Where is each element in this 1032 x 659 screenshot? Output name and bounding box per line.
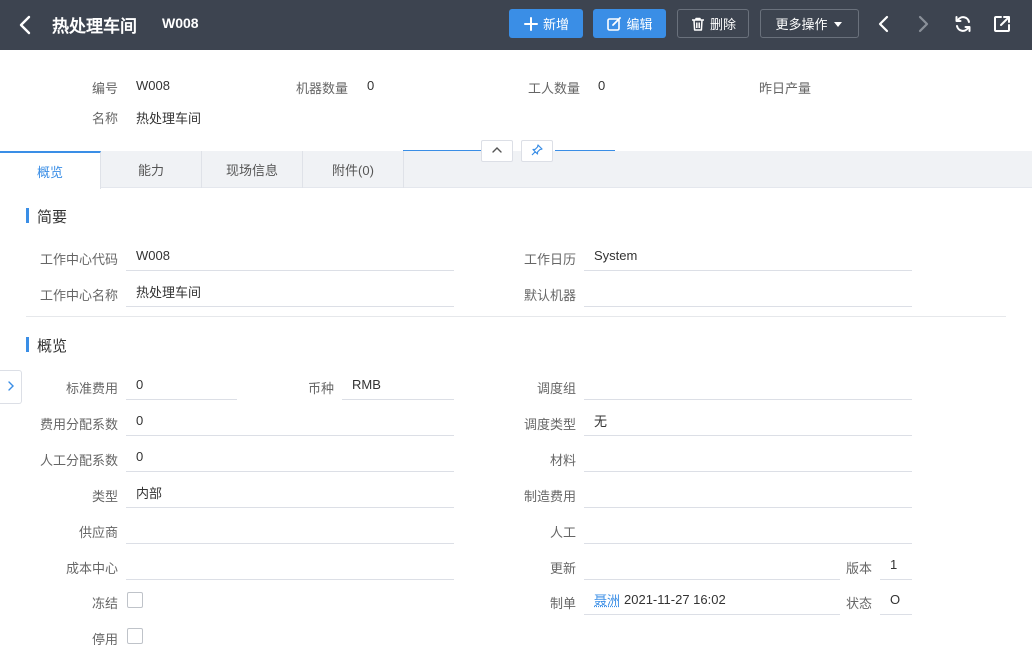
dispatch-type-label: 调度类型 bbox=[523, 417, 576, 432]
currency-label: 币种 bbox=[307, 381, 334, 396]
caret-down-icon bbox=[832, 18, 844, 30]
section-overview-title: 概览 bbox=[26, 335, 67, 356]
edit-icon bbox=[606, 16, 622, 32]
cost-center-field[interactable] bbox=[126, 550, 454, 580]
more-actions-label: 更多操作 bbox=[775, 17, 828, 32]
workers-count-value: 0 bbox=[598, 78, 606, 93]
chevron-up-icon bbox=[491, 144, 503, 159]
creator-field: 聂洲 2021-11-27 16:02 bbox=[584, 585, 840, 615]
back-arrow-icon[interactable] bbox=[14, 13, 38, 37]
edit-button-label: 编辑 bbox=[626, 17, 653, 32]
page-code: W008 bbox=[162, 15, 199, 31]
frozen-label: 冻结 bbox=[91, 596, 118, 611]
std-cost-field[interactable]: 0 bbox=[126, 370, 237, 400]
delete-button[interactable]: 删除 bbox=[677, 9, 749, 38]
update-label: 更新 bbox=[549, 561, 576, 576]
top-header: 热处理车间 W008 新增 编辑 删除 更多操作 bbox=[0, 0, 1032, 50]
plus-icon bbox=[523, 16, 539, 32]
creator-name-link[interactable]: 聂洲 bbox=[594, 590, 620, 609]
wc-code-field[interactable]: W008 bbox=[126, 241, 454, 271]
status-field[interactable]: O bbox=[880, 585, 912, 615]
machines-count-value: 0 bbox=[367, 78, 375, 93]
calendar-field[interactable]: System bbox=[584, 241, 912, 271]
material-label: 材料 bbox=[549, 453, 576, 468]
summary-name-value: 热处理车间 bbox=[136, 111, 202, 126]
version-field[interactable]: 1 bbox=[880, 550, 912, 580]
update-field[interactable] bbox=[584, 550, 840, 580]
header-divider-right bbox=[555, 150, 615, 151]
workers-count-label: 工人数量 bbox=[528, 81, 581, 96]
creator-label: 制单 bbox=[549, 596, 576, 611]
calendar-label: 工作日历 bbox=[523, 252, 576, 267]
disabled-checkbox[interactable] bbox=[127, 628, 143, 644]
material-field[interactable] bbox=[584, 442, 912, 472]
wc-name-field[interactable]: 热处理车间 bbox=[126, 277, 454, 307]
pin-icon bbox=[531, 143, 543, 159]
add-button-label: 新增 bbox=[542, 17, 569, 32]
labor-alloc-field[interactable]: 0 bbox=[126, 442, 454, 472]
cost-alloc-field[interactable]: 0 bbox=[126, 406, 454, 436]
cost-center-label: 成本中心 bbox=[65, 561, 118, 576]
currency-field[interactable]: RMB bbox=[342, 370, 454, 400]
version-label: 版本 bbox=[845, 561, 872, 576]
refresh-icon[interactable] bbox=[951, 12, 975, 36]
tab-capability[interactable]: 能力 bbox=[101, 151, 202, 188]
cost-alloc-label: 费用分配系数 bbox=[39, 417, 118, 432]
tab-site-info[interactable]: 现场信息 bbox=[202, 151, 303, 188]
open-external-icon[interactable] bbox=[990, 12, 1014, 36]
tab-attachments[interactable]: 附件(0) bbox=[303, 151, 404, 188]
section-separator bbox=[26, 316, 1006, 317]
mfg-cost-label: 制造费用 bbox=[523, 489, 576, 504]
creator-time: 2021-11-27 16:02 bbox=[624, 592, 726, 607]
wc-code-label: 工作中心代码 bbox=[39, 252, 118, 267]
type-field[interactable]: 内部 bbox=[126, 478, 454, 508]
side-panel-toggle[interactable] bbox=[0, 370, 22, 404]
header-divider bbox=[403, 150, 483, 151]
status-label: 状态 bbox=[845, 596, 872, 611]
dispatch-group-field[interactable] bbox=[584, 370, 912, 400]
dispatch-group-label: 调度组 bbox=[536, 381, 576, 396]
edit-button[interactable]: 编辑 bbox=[593, 9, 666, 38]
mfg-cost-field[interactable] bbox=[584, 478, 912, 508]
add-button[interactable]: 新增 bbox=[509, 9, 583, 38]
frozen-checkbox[interactable] bbox=[127, 592, 143, 608]
prev-record-icon[interactable] bbox=[872, 12, 896, 36]
summary-name-label: 名称 bbox=[92, 111, 119, 126]
delete-button-label: 删除 bbox=[709, 17, 736, 32]
dispatch-type-field[interactable]: 无 bbox=[584, 406, 912, 436]
default-machine-field[interactable] bbox=[584, 277, 912, 307]
std-cost-label: 标准费用 bbox=[65, 381, 118, 396]
labor-alloc-label: 人工分配系数 bbox=[39, 453, 118, 468]
chevron-right-icon bbox=[6, 380, 16, 395]
next-record-icon[interactable] bbox=[911, 12, 935, 36]
disabled-label: 停用 bbox=[91, 632, 118, 647]
labor-field[interactable] bbox=[584, 514, 912, 544]
labor-label: 人工 bbox=[549, 525, 576, 540]
tab-overview[interactable]: 概览 bbox=[0, 151, 101, 189]
yesterday-output-label: 昨日产量 bbox=[759, 81, 812, 96]
default-machine-label: 默认机器 bbox=[523, 288, 576, 303]
summary-code-value: W008 bbox=[136, 78, 170, 93]
section-brief-title: 简要 bbox=[26, 206, 67, 227]
page-title: 热处理车间 bbox=[52, 17, 137, 36]
type-label: 类型 bbox=[91, 489, 118, 504]
summary-code-label: 编号 bbox=[92, 81, 119, 96]
machines-count-label: 机器数量 bbox=[296, 81, 349, 96]
more-actions-dropdown[interactable]: 更多操作 bbox=[760, 9, 859, 38]
pin-header-button[interactable] bbox=[521, 140, 553, 162]
supplier-label: 供应商 bbox=[78, 525, 118, 540]
wc-name-label: 工作中心名称 bbox=[39, 288, 118, 303]
collapse-header-button[interactable] bbox=[481, 140, 513, 162]
supplier-field[interactable] bbox=[126, 514, 454, 544]
trash-icon bbox=[690, 16, 706, 32]
